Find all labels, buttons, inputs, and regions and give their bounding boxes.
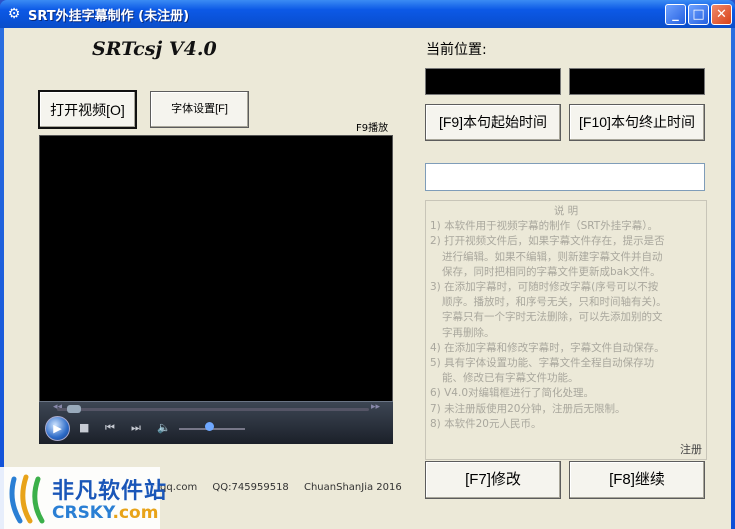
next-icon[interactable]: ⏭ <box>131 421 141 435</box>
footer-info: @qq.com QQ:745959518 ChuanShanJia 2016 <box>150 482 414 493</box>
help-line: 进行编辑。如果不编辑，则新建字幕文件并自动 <box>442 250 663 263</box>
register-link[interactable]: 注册 <box>680 442 702 457</box>
video-area[interactable] <box>39 135 393 443</box>
f9-play-hint: F9播放 <box>356 123 389 134</box>
start-time-button[interactable]: [F9]本句起始时间 <box>425 104 561 141</box>
window-title: SRT外挂字幕制作 (未注册) <box>28 9 190 24</box>
help-lines: 1) 本软件用于视频字幕的制作（SRT外挂字幕）。 2) 打开视频文件后，如果字幕… <box>426 219 706 432</box>
seek-end-icon: ▸▸ <box>371 402 381 412</box>
current-position-label: 当前位置: <box>426 42 487 58</box>
stop-icon[interactable]: ■ <box>79 421 89 435</box>
help-line: 字幕只有一个字时无法删除，可以先添加别的文 <box>442 311 663 324</box>
volume-icon[interactable]: 🔈 <box>157 421 171 435</box>
app-gear-icon[interactable]: ⚙ <box>6 6 22 22</box>
help-line: 5) 具有字体设置功能、字幕文件全程自动保存功 <box>430 357 655 370</box>
main-window: ⚙ SRT外挂字幕制作 (未注册) _ □ ✕ SRTcsj V4.0 当前位置… <box>0 0 735 529</box>
volume-thumb[interactable] <box>204 422 214 431</box>
help-line: 顺序。播放时，和序号无关，只和时间轴有关)。 <box>442 296 667 309</box>
help-title: 说 明 <box>553 205 579 217</box>
watermark-chinese: 非凡软件站 <box>52 479 168 504</box>
close-button[interactable]: ✕ <box>711 4 732 25</box>
help-line: 字再删除。 <box>442 326 495 339</box>
help-line: 能、修改已有字幕文件功能。 <box>442 372 579 385</box>
open-video-button[interactable]: 打开视频[O] <box>38 90 137 129</box>
edit-button[interactable]: [F7]修改 <box>425 461 561 499</box>
help-line: 7) 未注册版使用20分钟，注册后无限制。 <box>430 402 626 415</box>
end-time-display <box>569 68 705 95</box>
continue-button[interactable]: [F8]继续 <box>569 461 705 499</box>
watermark-english: CRSKY.com <box>52 503 158 523</box>
player-controls: ◂◂ ▸▸ ▶ ■ ⏮ ⏭ 🔈 <box>39 401 393 444</box>
client-area: SRTcsj V4.0 当前位置: 打开视频[O] 字体设置[F] F9播放 [… <box>4 28 731 529</box>
footer-qq: QQ:745959518 <box>212 482 289 493</box>
previous-icon[interactable]: ⏮ <box>105 421 115 435</box>
crsky-watermark: 非凡软件站 CRSKY.com <box>0 467 166 529</box>
help-line: 6) V4.0对编辑框进行了简化处理。 <box>430 387 594 400</box>
font-settings-button[interactable]: 字体设置[F] <box>150 91 249 128</box>
seek-bar[interactable] <box>57 408 369 411</box>
help-line: 4) 在添加字幕和修改字幕时，字幕文件自动保存。 <box>430 341 665 354</box>
play-button[interactable]: ▶ <box>45 416 70 441</box>
crsky-logo-icon <box>9 474 45 524</box>
help-panel: 说 明 1) 本软件用于视频字幕的制作（SRT外挂字幕）。 2) 打开视频文件后，… <box>425 200 707 460</box>
watermark-en-main: CRSKY <box>52 503 113 523</box>
help-line: 1) 本软件用于视频字幕的制作（SRT外挂字幕）。 <box>430 220 658 233</box>
help-line: 2) 打开视频文件后，如果字幕文件存在，提示是否 <box>430 235 665 248</box>
seek-thumb[interactable] <box>67 405 82 413</box>
watermark-en-suffix: .com <box>112 503 159 523</box>
title-bar[interactable]: ⚙ SRT外挂字幕制作 (未注册) _ □ ✕ <box>0 0 735 28</box>
help-line: 保存，同时把相同的字幕文件更新成bak文件。 <box>442 265 661 278</box>
footer-author: ChuanShanJia 2016 <box>303 482 402 493</box>
subtitle-text-input[interactable] <box>425 163 705 191</box>
maximize-button[interactable]: □ <box>688 4 709 25</box>
help-line: 3) 在添加字幕时，可随时修改字幕(序号可以不按 <box>430 281 659 294</box>
start-time-display <box>425 68 561 95</box>
help-line: 8) 本软件20元人民币。 <box>430 417 542 430</box>
minimize-button[interactable]: _ <box>665 4 686 25</box>
end-time-button[interactable]: [F10]本句终止时间 <box>569 104 705 141</box>
app-name: SRTcsj V4.0 <box>92 38 217 60</box>
